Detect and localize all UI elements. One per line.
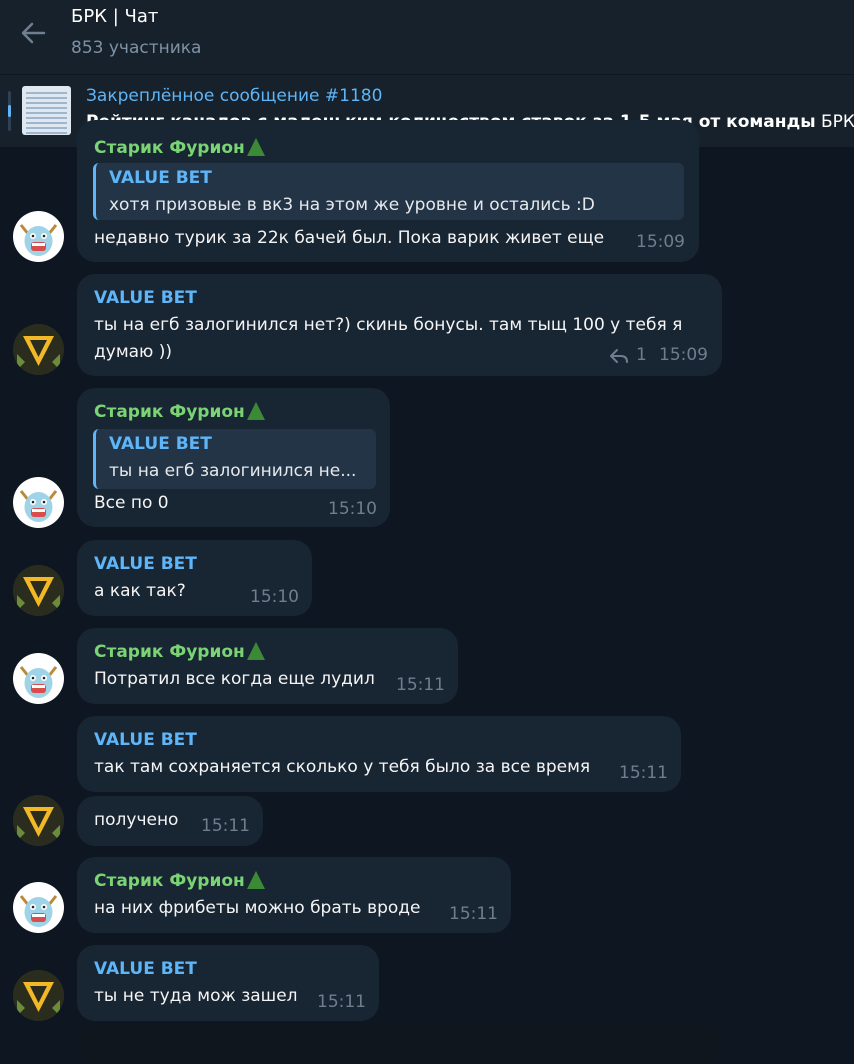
member-count: 853 участника (71, 38, 202, 58)
pinned-label: Закреплённое сообщение #1180 (86, 86, 383, 106)
sender-name[interactable]: Старик Фурион (94, 402, 265, 422)
message-text: Потратил все когда еще лудил (94, 669, 375, 689)
sender-name[interactable]: VALUE BET (94, 959, 197, 979)
sender-name[interactable]: VALUE BET (94, 730, 197, 750)
message-time: 15:09 (636, 232, 685, 252)
quote-sender: VALUE BET (109, 434, 212, 454)
message-time: 15:10 (250, 587, 299, 607)
back-arrow-icon[interactable] (18, 18, 48, 48)
avatar-valuebet[interactable] (13, 565, 64, 616)
tree-emoji-icon (246, 871, 265, 889)
message-text: так там сохраняется сколько у тебя было … (94, 757, 591, 777)
sender-name[interactable]: Старик Фурион (94, 138, 265, 158)
furion-avatar-icon (19, 490, 58, 522)
message-text: на них фрибеты можно брать вроде (94, 898, 421, 918)
quote-sender: VALUE BET (109, 168, 212, 188)
reply-quote[interactable]: VALUE BET ты на егб залогинился не... (93, 429, 376, 489)
valuebet-avatar-icon (13, 795, 64, 846)
furion-avatar-icon (19, 224, 58, 256)
avatar-valuebet[interactable] (13, 324, 64, 375)
message-bubble[interactable]: VALUE BET ты не туда мож зашел 15:11 (77, 945, 379, 1021)
message-text: недавно турик за 22к бачей был. Пока вар… (94, 228, 605, 248)
avatar-valuebet[interactable] (13, 795, 64, 846)
message-bubble[interactable]: получено 15:11 (77, 796, 263, 846)
sender-name[interactable]: Старик Фурион (94, 642, 265, 662)
tree-emoji-icon (246, 402, 265, 420)
tree-emoji-icon (246, 642, 265, 660)
message-time: 15:11 (317, 992, 366, 1012)
message-bubble[interactable]: Старик Фурион Потратил все когда еще луд… (77, 628, 458, 704)
furion-avatar-icon (19, 666, 58, 698)
avatar-valuebet[interactable] (13, 970, 64, 1021)
message-bubble[interactable]: Старик Фурион на них фрибеты можно брать… (77, 857, 511, 933)
message-text: ты не туда мож зашел (94, 986, 298, 1006)
valuebet-avatar-icon (13, 324, 64, 375)
reply-count[interactable]: 1 (636, 345, 647, 365)
sender-name[interactable]: VALUE BET (94, 288, 197, 308)
message-time: 15:11 (619, 763, 668, 783)
valuebet-avatar-icon (13, 970, 64, 1021)
avatar-furion[interactable] (13, 653, 64, 704)
chat-title[interactable]: БРК | Чат (71, 6, 158, 27)
avatar-furion[interactable] (13, 211, 64, 262)
message-bubble[interactable]: VALUE BET а как так? 15:10 (77, 540, 312, 616)
message-time: 15:11 (201, 816, 250, 836)
message-text: получено (94, 810, 179, 830)
avatar-furion[interactable] (13, 882, 64, 933)
avatar-furion[interactable] (13, 477, 64, 528)
furion-avatar-icon (19, 895, 58, 927)
message-bubble[interactable]: VALUE BET так там сохраняется сколько у … (77, 716, 681, 792)
sender-name[interactable]: VALUE BET (94, 554, 197, 574)
message-bubble[interactable]: Старик Фурион VALUE BET ты на егб залоги… (77, 388, 390, 527)
message-time: 15:10 (328, 499, 377, 519)
sender-name[interactable]: Старик Фурион (94, 871, 265, 891)
quote-text: ты на егб залогинился не... (109, 461, 357, 481)
quote-text: хотя призовые в вк3 на этом же уровне и … (109, 195, 595, 215)
message-text: Все по 0 (94, 493, 169, 513)
pinned-indicator (8, 91, 11, 131)
message-time: 15:11 (449, 904, 498, 924)
message-text: думаю )) (94, 342, 173, 362)
message-text: а как так? (94, 581, 186, 601)
message-text: ты на егб залогинился нет?) скинь бонусы… (94, 315, 683, 335)
message-bubble[interactable]: Старик Фурион VALUE BET хотя призовые в … (77, 120, 699, 262)
pinned-thumbnail (22, 86, 71, 135)
tree-emoji-icon (246, 138, 265, 156)
valuebet-avatar-icon (13, 565, 64, 616)
reply-quote[interactable]: VALUE BET хотя призовые в вк3 на этом же… (93, 163, 684, 220)
message-bubble[interactable] (77, 1024, 722, 1064)
chat-header: БРК | Чат 853 участника (0, 0, 854, 74)
message-bubble[interactable]: VALUE BET ты на егб залогинился нет?) ск… (77, 274, 722, 376)
message-time: 15:09 (659, 345, 708, 365)
reply-arrow-icon[interactable] (609, 348, 629, 364)
message-time: 15:11 (396, 675, 445, 695)
